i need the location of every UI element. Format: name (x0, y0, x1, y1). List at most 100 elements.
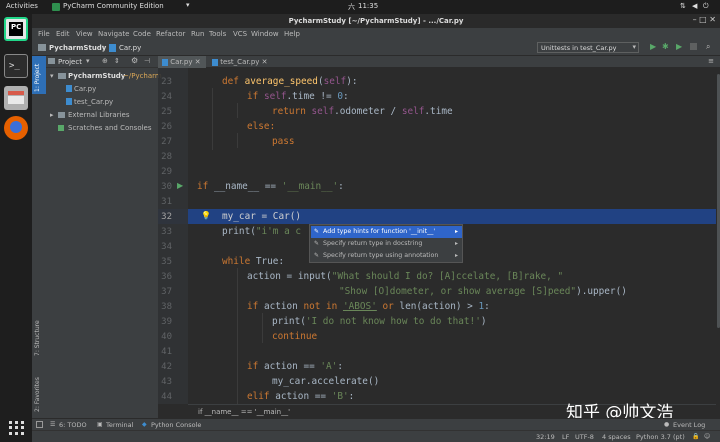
code-token: self (263, 91, 287, 102)
todo-tool-tab[interactable]: 6: TODO (59, 421, 87, 429)
app-menu[interactable]: PyCharm Community Edition (63, 2, 164, 10)
tree-item-scratches[interactable]: Scratches and Consoles (68, 124, 152, 132)
locate-icon[interactable]: ⊕ (102, 57, 108, 65)
collapse-icon[interactable]: ⇕ (114, 57, 120, 65)
menu-help[interactable]: Help (284, 30, 300, 38)
menu-navigate[interactable]: Navigate (98, 30, 129, 38)
terminal-tool-tab[interactable]: Terminal (106, 421, 133, 429)
menu-file[interactable]: File (38, 30, 50, 38)
code-token: self (311, 106, 335, 117)
project-panel-header: Project ▾ ⊕ ⇕ ⚙ ⊣ (46, 56, 158, 68)
code-line: else: (247, 121, 276, 132)
favorites-tool-tab[interactable]: 2: Favorites (34, 377, 41, 412)
line-separator[interactable]: LF (562, 433, 569, 441)
debug-icon[interactable]: ✱ (662, 42, 669, 51)
popup-item-docstring[interactable]: ✎ Specify return type in docstring ▸ (311, 238, 462, 250)
line-number: 38 (161, 302, 172, 312)
pencil-icon: ✎ (314, 240, 320, 247)
run-config-select[interactable]: Unittests in test_Car.py ▾ (537, 42, 639, 53)
status-bar: 32:19 LF UTF-8 4 spaces Python 3.7 (pt) … (32, 430, 720, 442)
code-token: elif (247, 391, 276, 402)
expand-arrow-icon[interactable]: ▾ (50, 72, 54, 80)
app-menu-chevron-icon[interactable]: ▾ (186, 1, 190, 9)
menu-vcs[interactable]: VCS (233, 30, 247, 38)
code-token: print( (222, 226, 256, 237)
terminal-dock-icon[interactable]: >_ (4, 54, 28, 78)
indent-setting[interactable]: 4 spaces (602, 433, 631, 441)
menu-window[interactable]: Window (251, 30, 279, 38)
tab-test-car[interactable]: test_Car.py ✕ (208, 56, 270, 68)
python-interpreter[interactable]: Python 3.7 (pt) (636, 433, 685, 441)
code-token: "Show [O]dometer, or show average [S]pee… (339, 286, 577, 297)
clock-day[interactable]: 六 (348, 2, 355, 12)
tree-item-test-car[interactable]: test_Car.py (74, 98, 113, 106)
gear-icon[interactable]: ⚙ (131, 56, 138, 65)
tree-root-path: ~/Pycharm (123, 72, 162, 80)
nav-file[interactable]: Car.py (119, 44, 141, 52)
python-console-tool-tab[interactable]: Python Console (151, 421, 201, 429)
tool-windows-icon[interactable] (36, 421, 43, 428)
stop-icon[interactable] (690, 43, 697, 50)
event-log-tool-tab[interactable]: Event Log (673, 421, 705, 429)
expand-arrow-icon[interactable]: ▸ (50, 111, 54, 119)
close-icon[interactable]: ✕ (262, 58, 268, 66)
nav-project[interactable]: PycharmStudy (49, 44, 106, 52)
code-token: return (272, 106, 312, 117)
file-encoding[interactable]: UTF-8 (575, 433, 594, 441)
tree-root[interactable]: PycharmStudy (68, 72, 125, 80)
menu-view[interactable]: View (76, 30, 93, 38)
library-icon (58, 112, 65, 118)
left-tool-stripe: 1: Project 7: Structure 2: Favorites (32, 56, 46, 418)
line-number: 29 (161, 167, 172, 177)
tabs-menu-icon[interactable]: ≡ (708, 57, 714, 65)
tab-car[interactable]: Car.py ✕ (158, 56, 206, 68)
run-icon[interactable]: ▶ (650, 42, 656, 51)
code-token: if (247, 301, 264, 312)
chevron-down-icon[interactable]: ▾ (86, 57, 90, 65)
show-apps-icon[interactable] (4, 416, 28, 440)
caret-position[interactable]: 32:19 (536, 433, 555, 441)
coverage-icon[interactable]: ▶ (676, 42, 682, 51)
scratches-icon (58, 125, 64, 131)
files-dock-icon[interactable] (4, 86, 28, 110)
popup-item-annotation[interactable]: ✎ Specify return type using annotation ▸ (311, 250, 462, 262)
project-tool-tab[interactable]: 1: Project (32, 56, 46, 94)
popup-item-add-type-hints[interactable]: ✎ Add type hints for function '__init__'… (311, 226, 462, 238)
power-icon[interactable]: ⏻ (703, 2, 709, 11)
search-everywhere-icon[interactable]: ⌕ (706, 42, 710, 52)
network-icon[interactable]: ⇅ (680, 2, 686, 10)
code-token: .time (424, 106, 453, 117)
editor-tabs: Car.py ✕ test_Car.py ✕ ≡ (158, 56, 720, 68)
event-log-icon: ● (664, 421, 670, 428)
code-token: input( (297, 271, 332, 282)
code-token: or (376, 301, 400, 312)
structure-tool-tab[interactable]: 7: Structure (34, 320, 41, 356)
pycharm-dock-icon[interactable]: PC (4, 17, 28, 41)
line-number: 41 (161, 347, 172, 357)
menu-run[interactable]: Run (191, 30, 204, 38)
intention-bulb-icon[interactable]: 💡 (201, 211, 211, 220)
window-controls[interactable]: – □ ✕ (693, 15, 716, 24)
run-gutter-icon[interactable]: ▶ (177, 181, 183, 190)
hide-icon[interactable]: ⊣ (144, 57, 150, 65)
activities-button[interactable]: Activities (6, 2, 38, 10)
tab-car-label: Car.py (170, 58, 193, 66)
lock-icon[interactable]: 🔒 (692, 433, 699, 440)
menu-refactor[interactable]: Refactor (156, 30, 185, 38)
clock[interactable]: 11:35 (358, 2, 378, 10)
menu-code[interactable]: Code (133, 30, 151, 38)
tree-item-external-libraries[interactable]: External Libraries (68, 111, 130, 119)
menu-tools[interactable]: Tools (209, 30, 226, 38)
firefox-dock-icon[interactable] (4, 116, 28, 140)
volume-icon[interactable]: ◀ (692, 2, 697, 10)
close-icon[interactable]: ✕ (195, 58, 201, 66)
code-token: not in (303, 301, 343, 312)
editor-scrollbar[interactable] (716, 68, 720, 404)
tree-item-car[interactable]: Car.py (74, 85, 96, 93)
inspector-icon[interactable]: ☺ (704, 433, 710, 440)
project-view-select[interactable]: Project (58, 58, 82, 66)
terminal-icon: ▣ (97, 421, 103, 428)
menu-edit[interactable]: Edit (56, 30, 70, 38)
breadcrumb-item[interactable]: if __name__ == '__main__' (198, 408, 290, 416)
line-number: 30 (161, 182, 172, 192)
